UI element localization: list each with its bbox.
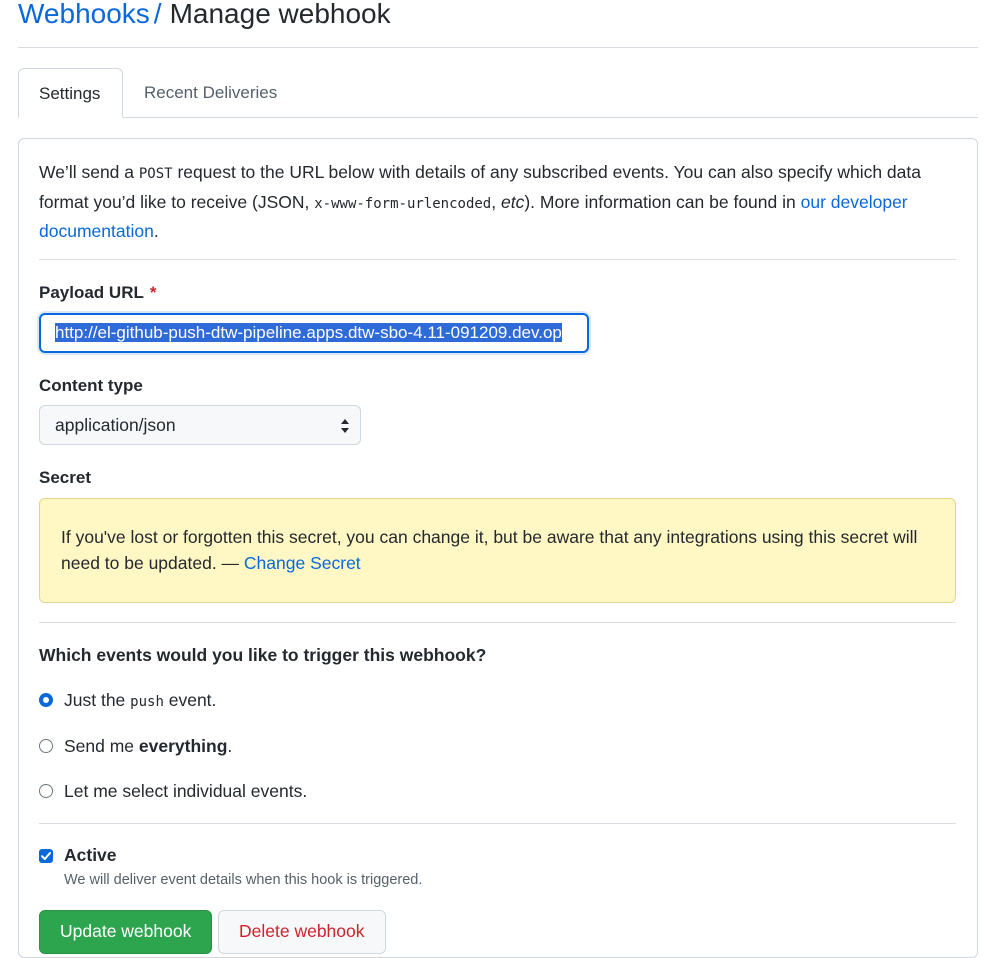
secret-warning-text: If you've lost or forgotten this secret,… (61, 527, 918, 573)
content-type-label: Content type (39, 376, 143, 395)
payload-url-value: http://el-github-push-dtw-pipeline.apps.… (55, 323, 562, 342)
radio-everything[interactable] (39, 739, 53, 753)
everything-bold: everything (138, 736, 228, 756)
active-checkbox[interactable] (39, 849, 53, 863)
content-type-value: application/json (55, 415, 176, 435)
intro-text-part: We’ll send a (39, 162, 139, 182)
payload-url-label-text: Payload URL (39, 283, 144, 302)
update-webhook-button[interactable]: Update webhook (39, 910, 213, 954)
option-text: event. (163, 690, 217, 710)
post-method-code: POST (138, 166, 173, 182)
content-type-select[interactable]: application/json (39, 405, 361, 445)
event-option-label: Send me everything. (64, 734, 232, 758)
page-header: Webhooks / Manage webhook (18, 0, 978, 48)
intro-text-part: , (491, 191, 501, 212)
etc-text: etc (500, 191, 525, 212)
active-label: Active (64, 845, 117, 865)
event-option-label: Let me select individual events. (64, 781, 308, 801)
delete-webhook-button[interactable]: Delete webhook (218, 910, 386, 954)
divider (39, 622, 956, 623)
page-title: Manage webhook (169, 0, 391, 29)
divider (39, 259, 956, 260)
radio-push[interactable] (39, 693, 53, 707)
payload-url-input[interactable]: http://el-github-push-dtw-pipeline.apps.… (39, 313, 589, 353)
events-question: Which events would you like to trigger t… (39, 645, 487, 665)
required-mark: * (149, 283, 157, 302)
push-code: push (130, 694, 164, 710)
divider (39, 823, 956, 824)
option-text: . (227, 736, 233, 756)
radio-individual[interactable] (39, 784, 53, 798)
event-option-label: Just the push event. (64, 688, 216, 714)
tab-recent-deliveries[interactable]: Recent Deliveries (124, 68, 297, 118)
breadcrumb-webhooks-link[interactable]: Webhooks (18, 0, 150, 29)
select-arrows-icon (341, 419, 349, 433)
option-text: Send me (64, 736, 139, 756)
option-text: Just the (64, 690, 131, 710)
format-code: x-www-form-urlencoded (314, 195, 492, 212)
intro-text-part: ). More information can be found in (524, 191, 801, 212)
intro-text-part: . (153, 221, 159, 241)
payload-url-label: Payload URL * (39, 283, 156, 303)
intro-text: We’ll send a POST request to the URL bel… (39, 159, 956, 246)
change-secret-link[interactable]: Change Secret (244, 553, 361, 573)
active-note: We will deliver event details when this … (64, 872, 423, 888)
checkmark-icon (41, 852, 51, 860)
secret-warning: If you've lost or forgotten this secret,… (39, 498, 956, 603)
webhook-settings-form: We’ll send a POST request to the URL bel… (18, 138, 978, 958)
tab-bar: Settings Recent Deliveries (18, 68, 978, 118)
secret-label: Secret (39, 468, 91, 487)
breadcrumb-separator: / (153, 0, 162, 29)
tab-settings[interactable]: Settings (18, 68, 123, 118)
